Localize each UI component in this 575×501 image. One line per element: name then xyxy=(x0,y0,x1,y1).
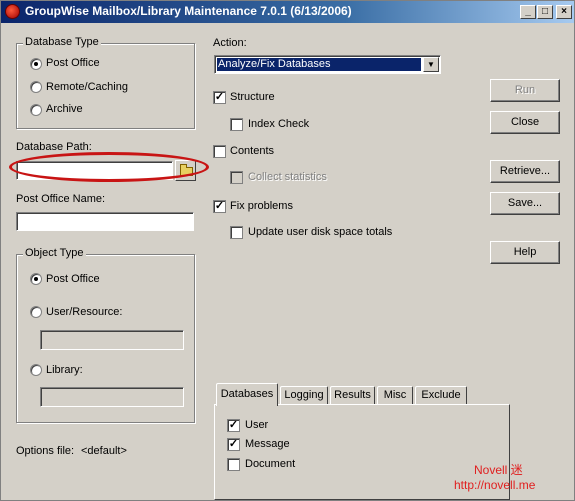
maximize-button[interactable]: □ xyxy=(537,5,553,19)
radio-library-label: Library: xyxy=(46,364,83,376)
tab-misc[interactable]: Misc xyxy=(377,386,413,405)
database-type-label: Database Type xyxy=(23,36,101,48)
index-check-checkbox[interactable] xyxy=(230,118,243,131)
close-window-button[interactable]: × xyxy=(556,5,572,19)
window-title: GroupWise Mailbox/Library Maintenance 7.… xyxy=(25,4,352,18)
update-disk-space-checkbox[interactable] xyxy=(230,226,243,239)
radio-remote-caching[interactable] xyxy=(30,81,42,93)
watermark-line2: http://novell.me xyxy=(454,478,536,492)
minimize-button[interactable]: _ xyxy=(520,5,536,19)
fix-problems-label: Fix problems xyxy=(230,200,293,212)
contents-label: Contents xyxy=(230,145,275,157)
action-select[interactable]: Analyze/Fix Databases ▼ xyxy=(214,55,441,74)
tab-results[interactable]: Results xyxy=(330,386,375,405)
document-label: Document xyxy=(245,458,296,470)
chevron-down-icon[interactable]: ▼ xyxy=(423,57,439,72)
post-office-name-label: Post Office Name: xyxy=(16,193,106,205)
tab-logging[interactable]: Logging xyxy=(280,386,328,405)
radio-library[interactable] xyxy=(30,364,42,376)
user-checkbox[interactable]: ✓ xyxy=(227,419,240,432)
tab-databases[interactable]: Databases xyxy=(216,383,278,406)
radio-user-resource[interactable] xyxy=(30,306,42,318)
main-window: GroupWise Mailbox/Library Maintenance 7.… xyxy=(0,0,575,501)
contents-checkbox[interactable] xyxy=(213,145,226,158)
radio-post-office-db-label: Post Office xyxy=(46,57,100,69)
document-checkbox[interactable] xyxy=(227,458,240,471)
watermark-line1: Novell 迷 xyxy=(474,463,523,477)
fix-problems-checkbox[interactable]: ✓ xyxy=(213,200,226,213)
structure-checkbox[interactable]: ✓ xyxy=(213,91,226,104)
radio-user-resource-label: User/Resource: xyxy=(46,306,123,318)
library-input xyxy=(40,387,184,407)
radio-post-office-db[interactable] xyxy=(30,58,42,70)
radio-remote-caching-label: Remote/Caching xyxy=(46,81,128,93)
retrieve-button[interactable]: Retrieve... xyxy=(490,160,560,183)
radio-post-office-object-label: Post Office xyxy=(46,273,100,285)
highlight-ellipse xyxy=(9,152,209,182)
radio-post-office-object[interactable] xyxy=(30,273,42,285)
action-label: Action: xyxy=(213,37,247,49)
radio-archive-label: Archive xyxy=(46,103,83,115)
update-disk-space-label: Update user disk space totals xyxy=(248,226,393,238)
help-button[interactable]: Help xyxy=(490,241,560,264)
index-check-label: Index Check xyxy=(248,118,310,130)
message-checkbox[interactable]: ✓ xyxy=(227,438,240,451)
user-label: User xyxy=(245,419,269,431)
collect-statistics-label: Collect statistics xyxy=(248,171,327,183)
title-bar: GroupWise Mailbox/Library Maintenance 7.… xyxy=(1,1,574,23)
user-resource-input xyxy=(40,330,184,350)
radio-archive[interactable] xyxy=(30,104,42,116)
action-selected-value: Analyze/Fix Databases xyxy=(217,58,421,71)
post-office-name-input[interactable] xyxy=(16,212,194,231)
options-file-value: <default> xyxy=(81,445,127,457)
object-type-label: Object Type xyxy=(23,247,86,259)
message-label: Message xyxy=(245,438,290,450)
groupwise-icon xyxy=(5,4,20,19)
collect-statistics-checkbox xyxy=(230,171,243,184)
run-button[interactable]: Run xyxy=(490,79,560,102)
save-button[interactable]: Save... xyxy=(490,192,560,215)
options-file-label: Options file: xyxy=(16,445,75,457)
tab-exclude[interactable]: Exclude xyxy=(415,386,467,405)
structure-label: Structure xyxy=(230,91,275,103)
close-button[interactable]: Close xyxy=(490,111,560,134)
database-path-label: Database Path: xyxy=(16,141,92,153)
